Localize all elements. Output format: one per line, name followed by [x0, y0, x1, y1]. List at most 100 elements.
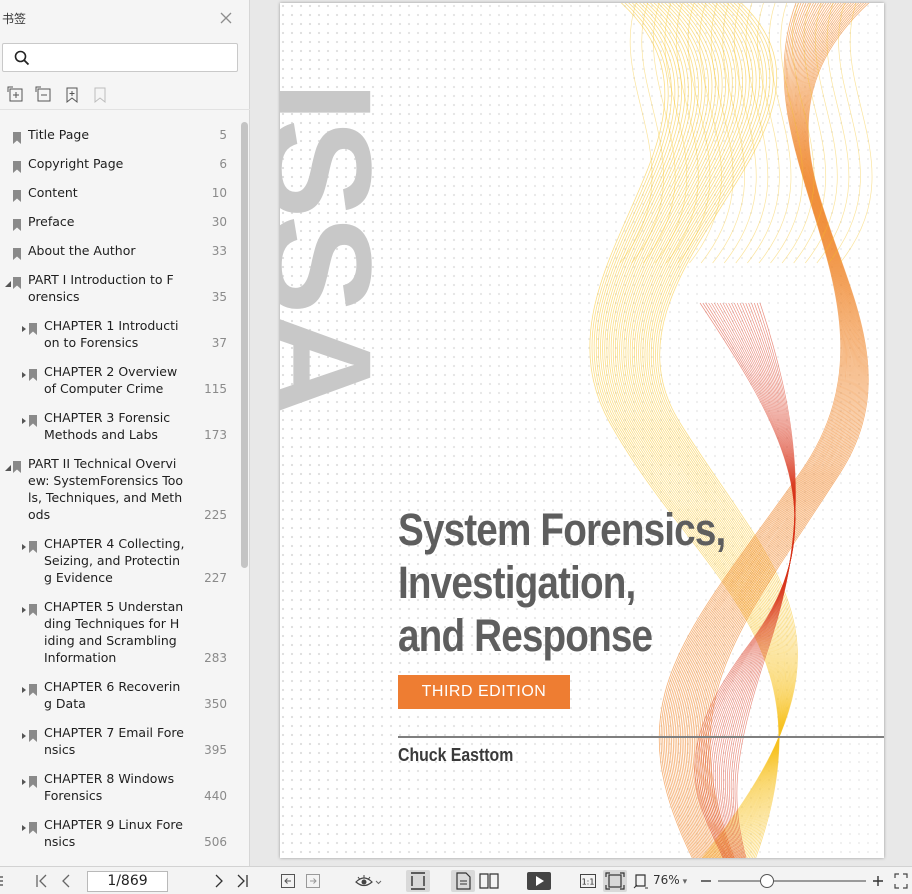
- collapsed-triangle-icon[interactable]: [20, 319, 28, 332]
- bookmark-icon: [29, 601, 37, 616]
- bookmark-panel-title: 书签: [2, 12, 27, 26]
- outline-item-label: CHAPTER 2 Overview of Computer Crime: [44, 364, 178, 396]
- expanded-triangle-icon[interactable]: [4, 273, 12, 287]
- bookmark-icon: [13, 245, 21, 260]
- bookmark-icon: [13, 216, 21, 231]
- outline-item-label: CHAPTER 3 Forensic Methods and Labs: [44, 410, 171, 442]
- outline-item-page: 173: [204, 428, 227, 442]
- next-page-icon[interactable]: [213, 872, 225, 890]
- outline-item-page: 440: [204, 789, 227, 803]
- outline-item[interactable]: CHAPTER 2 Overview of Computer Crime 115: [0, 363, 240, 397]
- collapsed-triangle-icon[interactable]: [20, 365, 28, 378]
- page-number-input[interactable]: 1/869: [87, 871, 168, 892]
- outline-item-page: 227: [204, 571, 227, 585]
- bookmark-icon: [29, 773, 37, 788]
- collapse-all-icon[interactable]: [35, 86, 53, 104]
- bookmark-icon: [29, 412, 37, 427]
- zoom-slider-track[interactable]: [718, 880, 866, 882]
- outline-item-label: Content: [28, 185, 78, 200]
- zoom-slider-thumb[interactable]: [759, 874, 774, 888]
- bookmark-icon: [13, 158, 21, 173]
- outline-item[interactable]: Preface 30: [0, 213, 240, 231]
- document-viewer[interactable]: ISSA System Forensics, Investigation, an…: [251, 0, 912, 866]
- outline-item-label: CHAPTER 7 Email Fore nsics: [44, 725, 184, 757]
- eye-care-mode-icon[interactable]: [355, 872, 383, 890]
- outline-item-label: About the Author: [28, 243, 136, 258]
- outline-item-label: Title Page: [28, 127, 90, 142]
- continuous-scroll-icon[interactable]: [406, 870, 430, 892]
- collapsed-triangle-icon[interactable]: [20, 600, 28, 613]
- bookmark-search-input[interactable]: [39, 47, 229, 68]
- outline-item-page: 506: [204, 835, 227, 849]
- outline-item-page: 350: [204, 697, 227, 711]
- svg-text:1:1: 1:1: [582, 878, 595, 887]
- status-bar: 1/869 1:1 76% ▾: [0, 866, 912, 894]
- go-forward-icon[interactable]: [305, 872, 321, 890]
- outline-item[interactable]: Title Page 5: [0, 126, 240, 144]
- bookmark-icon: [29, 727, 37, 742]
- bookmark-panel: 书签 Title Page 5 Copyright Page 6 Content 10 Pr…: [0, 0, 250, 866]
- outline-item-label: CHAPTER 8 Windows Forensics: [44, 771, 175, 803]
- fullscreen-icon[interactable]: [894, 872, 908, 890]
- fit-page-icon[interactable]: [603, 870, 627, 892]
- outline-item-label: PART II Technical Overvi ew: SystemForen…: [28, 456, 184, 522]
- zoom-out-icon[interactable]: [700, 872, 712, 890]
- collapsed-triangle-icon[interactable]: [20, 537, 28, 550]
- zoom-in-icon[interactable]: [872, 872, 884, 890]
- close-icon[interactable]: [219, 10, 233, 24]
- single-page-icon[interactable]: [451, 870, 475, 892]
- collapsed-triangle-icon[interactable]: [20, 411, 28, 424]
- collapsed-triangle-icon[interactable]: [20, 726, 28, 739]
- outline-item-page: 283: [204, 651, 227, 665]
- book-title: System Forensics, Investigation, and Res…: [398, 504, 726, 661]
- outline-item[interactable]: CHAPTER 3 Forensic Methods and Labs 173: [0, 409, 240, 443]
- last-page-icon[interactable]: [235, 872, 249, 890]
- outline-item-label: CHAPTER 1 Introducti on to Forensics: [44, 318, 179, 350]
- add-bookmark-icon[interactable]: [63, 86, 81, 104]
- two-page-icon[interactable]: [478, 872, 500, 890]
- collapsed-triangle-icon[interactable]: [20, 680, 28, 693]
- expanded-triangle-icon[interactable]: [4, 457, 12, 471]
- remove-bookmark-icon[interactable]: [91, 86, 109, 104]
- bookmark-icon: [13, 458, 21, 473]
- actual-size-icon[interactable]: 1:1: [579, 872, 597, 890]
- expand-all-icon[interactable]: [7, 86, 25, 104]
- outline-item-label: Preface: [28, 214, 75, 229]
- collapsed-triangle-icon[interactable]: [20, 772, 28, 785]
- bookmark-icon: [29, 320, 37, 335]
- author-divider: [398, 736, 884, 738]
- outline-item[interactable]: Copyright Page 6: [0, 155, 240, 173]
- previous-page-icon[interactable]: [60, 872, 72, 890]
- go-back-icon[interactable]: [280, 872, 296, 890]
- outline-item[interactable]: PART I Introduction to F orensics 35: [0, 271, 240, 305]
- bookmark-icon: [29, 538, 37, 553]
- bookmark-icon: [29, 681, 37, 696]
- outline-scrollbar[interactable]: [241, 122, 249, 862]
- slideshow-play-icon[interactable]: [527, 871, 551, 890]
- outline-item[interactable]: CHAPTER 6 Recoverin g Data 350: [0, 678, 240, 712]
- outline-item[interactable]: CHAPTER 5 Understan ding Techniques for …: [0, 598, 240, 666]
- outline-item[interactable]: CHAPTER 9 Linux Fore nsics 506: [0, 816, 240, 850]
- outline-item-label: PART I Introduction to F orensics: [28, 272, 174, 304]
- outline-item-page: 37: [211, 336, 227, 350]
- bookmark-toolbar: [0, 82, 250, 110]
- outline-scrollbar-thumb[interactable]: [241, 122, 248, 568]
- outline-item-label: CHAPTER 6 Recoverin g Data: [44, 679, 181, 711]
- toggle-sidebar-icon[interactable]: [0, 872, 4, 890]
- outline-item[interactable]: CHAPTER 1 Introducti on to Forensics 37: [0, 317, 240, 351]
- collapsed-triangle-icon[interactable]: [20, 818, 28, 831]
- outline-item-label: Copyright Page: [28, 156, 124, 171]
- first-page-icon[interactable]: [35, 872, 49, 890]
- outline-item[interactable]: Content 10: [0, 184, 240, 202]
- series-mark-text: ISSA: [280, 81, 386, 416]
- rotate-page-icon[interactable]: [632, 872, 650, 890]
- bookmark-icon: [13, 274, 21, 289]
- outline-item[interactable]: CHAPTER 8 Windows Forensics 440: [0, 770, 240, 804]
- outline-item[interactable]: About the Author 33: [0, 242, 240, 260]
- bookmark-search-box[interactable]: [2, 43, 238, 72]
- outline-item-page: 6: [219, 157, 227, 171]
- outline-item[interactable]: CHAPTER 4 Collecting, Seizing, and Prote…: [0, 535, 240, 586]
- outline-item[interactable]: PART II Technical Overvi ew: SystemForen…: [0, 455, 240, 523]
- zoom-level-dropdown[interactable]: 76% ▾: [653, 873, 687, 887]
- outline-item[interactable]: CHAPTER 7 Email Fore nsics 395: [0, 724, 240, 758]
